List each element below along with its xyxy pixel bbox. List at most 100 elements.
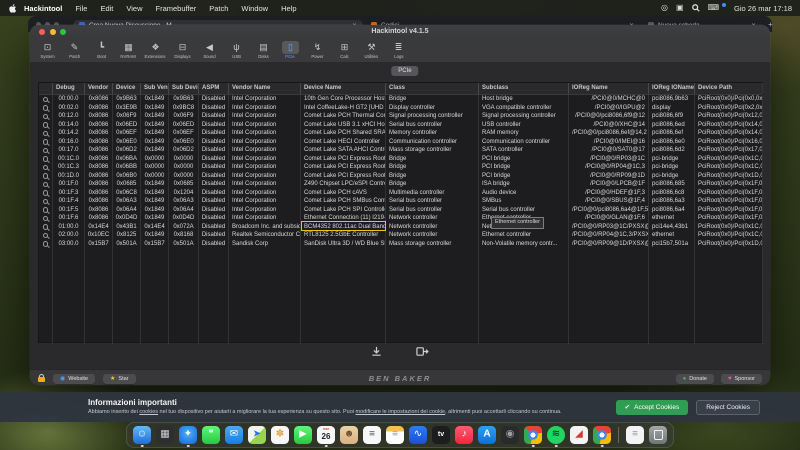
- toolbar-item-sound[interactable]: ◀Sound: [197, 41, 222, 59]
- row-search-icon[interactable]: [39, 155, 53, 164]
- dock-icon-maps[interactable]: ➤: [248, 426, 266, 444]
- dock-icon-messages[interactable]: ❝: [202, 426, 220, 444]
- menu-item-framebuffer[interactable]: Framebuffer: [156, 4, 197, 13]
- column-header-8[interactable]: Device Name: [301, 83, 386, 94]
- menu-item-file[interactable]: File: [75, 4, 87, 13]
- toolbar-item-usb[interactable]: ψUSB: [224, 41, 249, 59]
- row-search-icon[interactable]: [39, 138, 53, 147]
- tab-pcie[interactable]: PCIe: [391, 66, 418, 76]
- dock-icon-apple-tv[interactable]: tv: [432, 426, 450, 444]
- column-header-12[interactable]: IOReg IOName: [649, 83, 695, 94]
- toolbar-item-logs[interactable]: ≣Logs: [386, 41, 411, 59]
- cookie-settings-link[interactable]: modificare le impostazioni dei cookie: [356, 409, 446, 415]
- row-search-icon[interactable]: [39, 197, 53, 206]
- row-search-icon[interactable]: [39, 240, 53, 249]
- table-row[interactable]: 00:14.00x80860x06ED0x18490x06EDDisabledI…: [39, 121, 762, 130]
- table-row[interactable]: 00:02.00x80860x3E9B0x18490x9BC8DisabledI…: [39, 104, 762, 113]
- dock-icon-system-settings[interactable]: ◉: [501, 426, 519, 444]
- row-search-icon[interactable]: [39, 223, 53, 232]
- dock-icon-music[interactable]: ♪: [455, 426, 473, 444]
- column-header-4[interactable]: Sub Ven...: [141, 83, 169, 94]
- dock-icon-notes[interactable]: ≡: [386, 426, 404, 444]
- menu-item-help[interactable]: Help: [281, 4, 296, 13]
- table-row[interactable]: 00:1F.40x80860x06A30x18490x06A3DisabledI…: [39, 197, 762, 206]
- menu-item-view[interactable]: View: [126, 4, 142, 13]
- column-header-3[interactable]: Device: [113, 83, 141, 94]
- control-center-icon[interactable]: ◎: [661, 4, 668, 12]
- toolbar-item-patch[interactable]: ✎Patch: [62, 41, 87, 59]
- cookies-link[interactable]: cookies: [139, 409, 158, 415]
- row-search-icon[interactable]: [39, 95, 53, 104]
- dock-icon-chrome[interactable]: [524, 426, 542, 444]
- table-row[interactable]: 00:17.00x80860x06D20x18490x06D2DisabledI…: [39, 146, 762, 155]
- dock-icon-document[interactable]: ≡: [626, 426, 644, 444]
- menu-item-patch[interactable]: Patch: [209, 4, 228, 13]
- row-search-icon[interactable]: [39, 129, 53, 138]
- row-search-icon[interactable]: [39, 214, 53, 223]
- toolbar-item-system[interactable]: ⊡System: [35, 41, 60, 59]
- dock-icon-spotify[interactable]: ≋: [547, 426, 565, 444]
- row-search-icon[interactable]: [39, 189, 53, 198]
- toolbar-item-boot[interactable]: ┗Boot: [89, 41, 114, 59]
- input-source-icon[interactable]: ⌨: [708, 4, 720, 12]
- column-header-13[interactable]: Device Path: [695, 83, 763, 94]
- dock-icon-chrome-beta[interactable]: [593, 426, 611, 444]
- toolbar-item-displays[interactable]: ⊟Displays: [170, 41, 195, 59]
- table-row[interactable]: 00:1C.00x80860x06BA0x00000x0000DisabledI…: [39, 155, 762, 164]
- menu-bar-clock[interactable]: Gio 26 mar 17:18: [734, 4, 792, 13]
- row-search-icon[interactable]: [39, 206, 53, 215]
- dock-icon-photos[interactable]: ✽: [271, 426, 289, 444]
- screen-mirroring-icon[interactable]: ▣: [676, 4, 684, 12]
- export-share-icon[interactable]: [416, 346, 429, 357]
- menu-item-hackintool[interactable]: Hackintool: [24, 4, 62, 13]
- table-row[interactable]: 00:1F.00x80860x06850x18490x0685DisabledI…: [39, 180, 762, 189]
- menu-item-edit[interactable]: Edit: [100, 4, 113, 13]
- table-row[interactable]: 00:12.00x80860x06F90x18490x06F9DisabledI…: [39, 112, 762, 121]
- dock-icon-launchpad[interactable]: ▦: [156, 426, 174, 444]
- spotlight-icon[interactable]: [692, 4, 700, 12]
- row-search-icon[interactable]: [39, 231, 53, 240]
- table-row[interactable]: 00:16.00x80860x06E00x18490x06E0DisabledI…: [39, 138, 762, 147]
- column-header-10[interactable]: Subclass: [479, 83, 569, 94]
- row-search-icon[interactable]: [39, 104, 53, 113]
- window-titlebar[interactable]: Hackintool v4.1.5: [30, 25, 770, 38]
- table-row[interactable]: 00:1D.00x80860x06B00x00000x0000DisabledI…: [39, 172, 762, 181]
- toolbar-item-utilities[interactable]: ⚒Utilities: [359, 41, 384, 59]
- table-row[interactable]: 00:1C.30x80860x06BB0x00000x0000DisabledI…: [39, 163, 762, 172]
- column-header-1[interactable]: Debug: [53, 83, 85, 94]
- toolbar-item-calc[interactable]: ⊞Calc: [332, 41, 357, 59]
- toolbar-item-disks[interactable]: ▤Disks: [251, 41, 276, 59]
- table-row[interactable]: 02:00.00x10EC0x81250x18490x8168DisabledR…: [39, 231, 762, 240]
- column-header-11[interactable]: IOReg Name: [569, 83, 649, 94]
- column-header-7[interactable]: Vendor Name: [229, 83, 301, 94]
- dock-icon-facetime[interactable]: ▶: [294, 426, 312, 444]
- row-search-icon[interactable]: [39, 112, 53, 121]
- dock-icon-app-store[interactable]: A: [478, 426, 496, 444]
- column-header-5[interactable]: Sub Devi...: [169, 83, 199, 94]
- dock-icon-contacts[interactable]: ☻: [340, 426, 358, 444]
- toolbar-item-power[interactable]: ↯Power: [305, 41, 330, 59]
- table-row[interactable]: 03:00.00x15B70x501A0x15B70x501ADisabledS…: [39, 240, 762, 249]
- column-header-9[interactable]: Class: [386, 83, 479, 94]
- toolbar-item-nvram[interactable]: ▦NVRAM: [116, 41, 141, 59]
- table-row[interactable]: 01:00.00x14E40x43B10x14E40x072ADisabledB…: [39, 223, 762, 232]
- table-row[interactable]: 00:1F.30x80860x06C80x18490x1204DisabledI…: [39, 189, 762, 198]
- dock-icon-mail[interactable]: ✉: [225, 426, 243, 444]
- dock-icon-activity[interactable]: ∿: [409, 426, 427, 444]
- export-download-icon[interactable]: [371, 346, 382, 357]
- row-search-icon[interactable]: [39, 172, 53, 181]
- dock-icon-reminders[interactable]: ≡: [363, 426, 381, 444]
- reject-cookies-button[interactable]: Reject Cookies: [696, 400, 760, 415]
- table-row[interactable]: 00:1F.60x80860x0D4D0x18490x0D4DDisabledI…: [39, 214, 762, 223]
- table-row[interactable]: 00:00.00x80860x9B630x18490x9B63DisabledI…: [39, 95, 762, 104]
- toolbar-item-pcie[interactable]: ▯PCIe: [278, 41, 303, 59]
- table-row[interactable]: 00:14.20x80860x06EF0x18490x06EFDisabledI…: [39, 129, 762, 138]
- row-search-icon[interactable]: [39, 163, 53, 172]
- toolbar-item-extensions[interactable]: ❖Extensions: [143, 41, 168, 59]
- row-search-icon[interactable]: [39, 121, 53, 130]
- accept-cookies-button[interactable]: ✔ Accept Cookies: [616, 400, 689, 415]
- dock-icon-finder[interactable]: ☺: [133, 426, 151, 444]
- menu-item-window[interactable]: Window: [241, 4, 268, 13]
- column-header-6[interactable]: ASPM: [199, 83, 229, 94]
- row-search-icon[interactable]: [39, 180, 53, 189]
